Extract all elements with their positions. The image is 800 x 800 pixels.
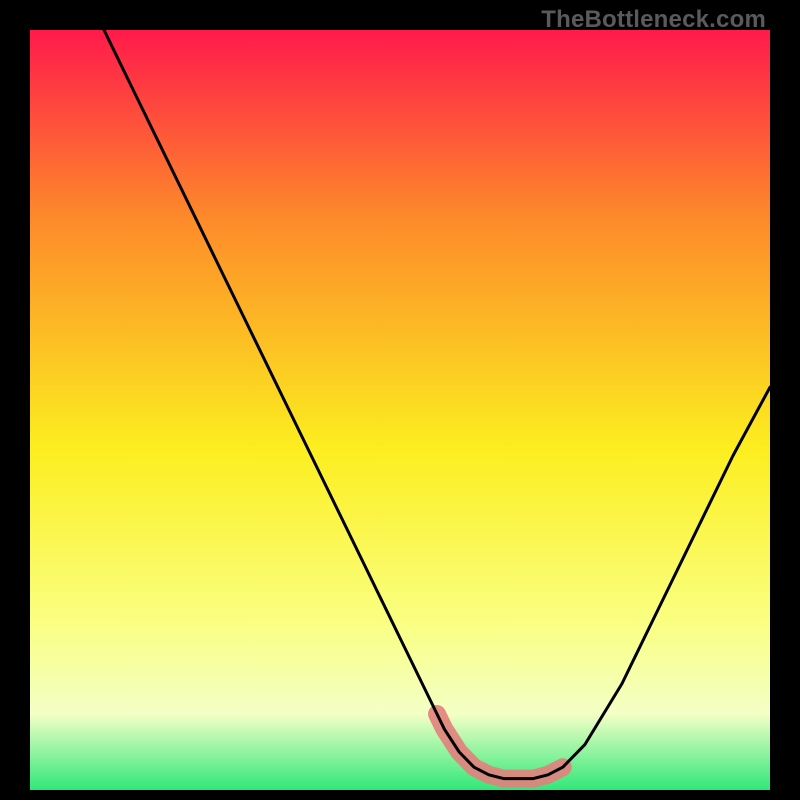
chart-overlay	[30, 30, 770, 790]
watermark-text: TheBottleneck.com	[541, 6, 766, 34]
bottleneck-curve	[104, 30, 770, 779]
chart-frame	[30, 30, 770, 790]
